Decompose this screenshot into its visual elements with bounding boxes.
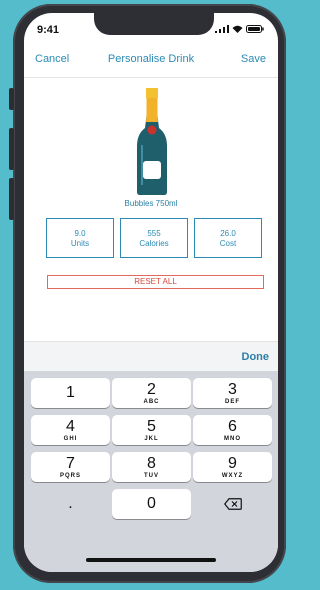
decimal-key[interactable]: . (31, 489, 110, 519)
units-label: Units (70, 239, 90, 248)
reset-all-button[interactable]: RESET ALL (47, 275, 264, 289)
key-4[interactable]: 4 GHI (31, 415, 110, 445)
cost-value: 26.0 (220, 229, 236, 238)
nav-divider (24, 77, 278, 78)
units-value: 9.0 (74, 229, 86, 238)
calories-value: 555 (147, 229, 161, 238)
key-letters: ABC (143, 399, 160, 405)
key-letters: GHI (63, 436, 78, 442)
screen: 9:41 Cancel Personalise Drink Save Bubbl… (24, 13, 278, 572)
home-indicator (86, 558, 216, 562)
volume-up-button (9, 128, 14, 170)
key-letters: WXYZ (221, 473, 244, 479)
drink-name: Bubbles 750ml (124, 199, 178, 208)
cost-field[interactable]: 26.0 Cost (194, 218, 262, 258)
backspace-key[interactable] (193, 489, 272, 519)
page-title: Personalise Drink (107, 53, 195, 65)
numeric-keypad: 1 2 ABC 3 DEF 4 GHI 5 JKL 6 MNO 7 PQRS 8… (24, 371, 278, 572)
notch (94, 13, 214, 35)
key-6[interactable]: 6 MNO (193, 415, 272, 445)
key-letters: JKL (144, 436, 159, 442)
key-digit: 6 (228, 418, 237, 435)
key-letters: DEF (225, 399, 240, 405)
volume-down-button (9, 178, 14, 220)
backspace-icon (223, 498, 242, 510)
save-button[interactable]: Save (241, 53, 266, 65)
mute-switch (9, 88, 14, 110)
units-field[interactable]: 9.0 Units (46, 218, 114, 258)
nav-bar: Cancel Personalise Drink Save (24, 53, 278, 73)
battery-icon (246, 25, 264, 33)
key-digit: 9 (228, 455, 237, 472)
key-8[interactable]: 8 TUV (112, 452, 191, 482)
key-letters: MNO (224, 436, 241, 442)
key-0[interactable]: 0 (112, 489, 191, 519)
key-9[interactable]: 9 WXYZ (193, 452, 272, 482)
status-icons (215, 25, 264, 33)
key-7[interactable]: 7 PQRS (31, 452, 110, 482)
calories-label: Calories (139, 239, 169, 248)
signal-icon (215, 25, 229, 33)
wifi-icon (232, 25, 243, 33)
key-2[interactable]: 2 ABC (112, 378, 191, 408)
decimal-symbol: . (68, 495, 73, 512)
key-digit: 1 (66, 384, 75, 401)
key-letters: TUV (144, 473, 159, 479)
calories-field[interactable]: 555 Calories (120, 218, 188, 258)
key-5[interactable]: 5 JKL (112, 415, 191, 445)
key-3[interactable]: 3 DEF (193, 378, 272, 408)
key-digit: 2 (147, 381, 156, 398)
key-digit: 7 (66, 455, 75, 472)
key-digit: 0 (147, 495, 156, 512)
key-digit: 4 (66, 418, 75, 435)
key-digit: 3 (228, 381, 237, 398)
key-digit: 8 (147, 455, 156, 472)
bottle-icon (137, 88, 167, 195)
key-1[interactable]: 1 (31, 378, 110, 408)
key-digit: 5 (147, 418, 156, 435)
status-time: 9:41 (37, 24, 60, 36)
done-button[interactable]: Done (242, 351, 270, 363)
key-letters: PQRS (59, 473, 81, 479)
cost-label: Cost (219, 239, 237, 248)
keyboard-toolbar: Done (24, 341, 278, 372)
